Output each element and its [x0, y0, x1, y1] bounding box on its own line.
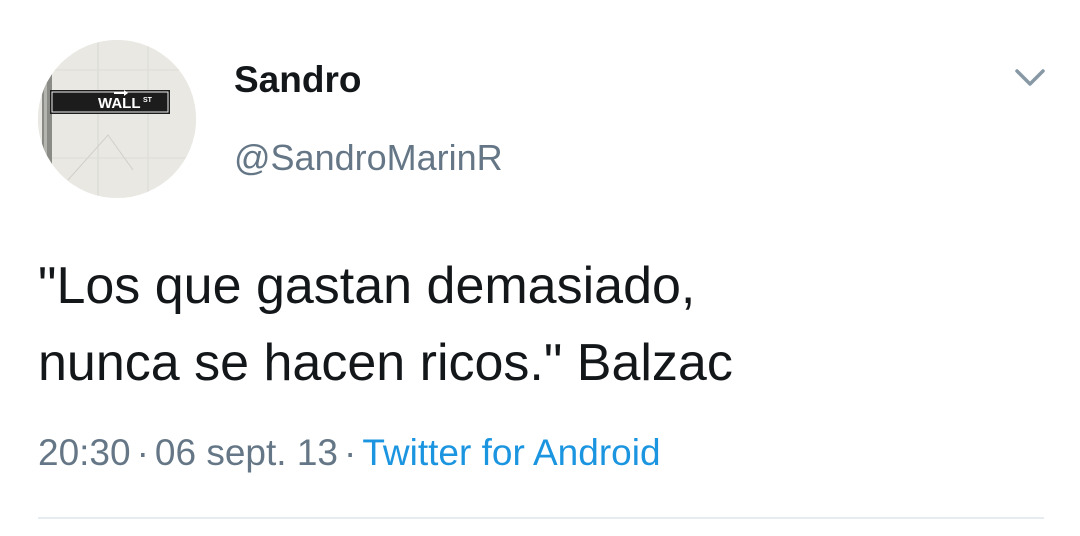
avatar[interactable]: WALL ST: [38, 40, 196, 198]
tweet-source-link[interactable]: Twitter for Android: [362, 432, 660, 473]
tweet-text-line: "Los que gastan demasiado,: [38, 257, 696, 315]
meta-separator: ·: [136, 432, 149, 473]
meta-separator: ·: [344, 432, 357, 473]
tweet: WALL ST Sandro @SandroMarinR "Los que ga…: [0, 0, 1080, 536]
user-handle[interactable]: @SandroMarinR: [234, 136, 503, 180]
divider: [38, 517, 1044, 519]
avatar-sign-suffix: ST: [143, 97, 153, 104]
display-name[interactable]: Sandro: [234, 58, 361, 102]
tweet-text-line: nunca se hacen ricos." Balzac: [38, 334, 733, 392]
tweet-text: "Los que gastan demasiado, nunca se hace…: [38, 248, 1038, 402]
tweet-time[interactable]: 20:30: [38, 432, 131, 473]
tweet-date[interactable]: 06 sept. 13: [155, 432, 338, 473]
avatar-image: WALL ST: [38, 40, 196, 198]
chevron-down-icon[interactable]: [1010, 64, 1050, 92]
avatar-sign-text: WALL: [98, 95, 141, 112]
tweet-meta: 20:30 · 06 sept. 13 · Twitter for Android: [38, 428, 661, 478]
